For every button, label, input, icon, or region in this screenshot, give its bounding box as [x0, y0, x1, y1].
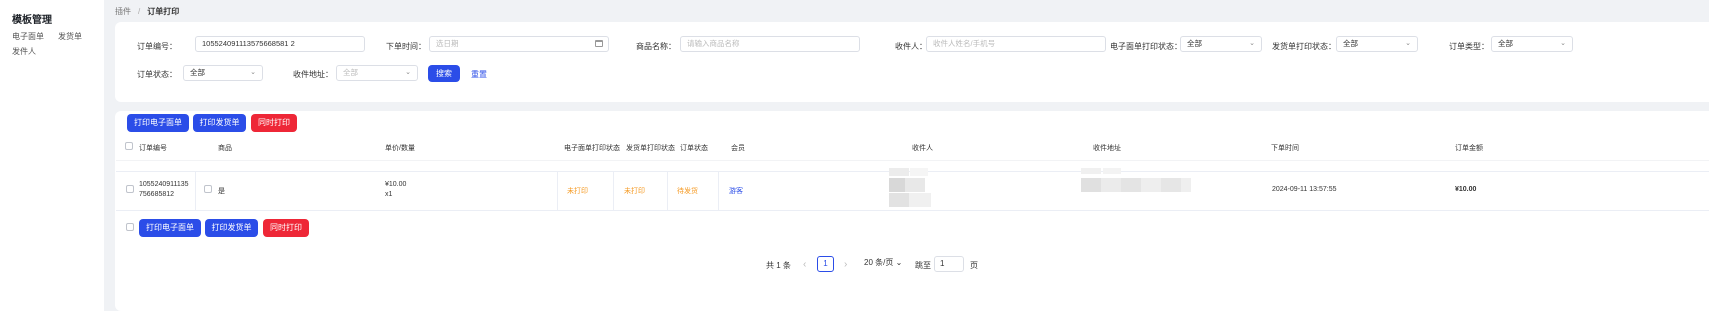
quantity: x1	[385, 191, 393, 198]
header-delivery-status: 发货单打印状态	[626, 145, 675, 152]
delivery-status-select[interactable]: 全部 ⌄	[1336, 36, 1418, 52]
order-no-line1: 1055240911135	[139, 181, 189, 188]
address-redacted	[1081, 168, 1206, 208]
print-delivery-button[interactable]: 打印发货单	[193, 114, 246, 132]
receiver-input[interactable]: 收件人姓名/手机号	[926, 36, 1106, 52]
select-all-checkbox[interactable]	[125, 142, 133, 150]
waybill-status-value: 全部	[1187, 39, 1202, 48]
page-unit-label: 页	[970, 261, 978, 270]
chevron-down-icon: ⌄	[405, 69, 411, 76]
main-area: 插件 / 订单打印 订单编号： 105524091113575668581 2 下单…	[104, 0, 1709, 311]
header-member: 会员	[731, 145, 745, 152]
order-status-label: 订单状态：	[137, 70, 177, 79]
header-price-qty: 单价/数量	[385, 145, 415, 152]
row-divider	[613, 171, 614, 210]
header-waybill-status: 电子面单打印状态	[564, 145, 620, 152]
jump-input[interactable]: 1	[934, 256, 964, 272]
product-name-placeholder: 请输入商品名称	[687, 39, 740, 48]
waybill-status-badge: 未打印	[567, 188, 588, 195]
order-status-select[interactable]: 全部 ⌄	[183, 65, 263, 81]
unit-price: ¥10.00	[385, 181, 407, 188]
address-placeholder: 全部	[343, 68, 358, 77]
header-order-no: 订单编号	[139, 145, 167, 152]
page-1-button[interactable]: 1	[817, 256, 834, 272]
chevron-down-icon: ⌄	[250, 69, 256, 76]
pagination-total: 共 1 条	[766, 261, 791, 270]
order-type-label: 订单类型：	[1449, 42, 1489, 51]
order-status-badge: 待发货	[677, 188, 698, 195]
print-both-button-bottom[interactable]: 同时打印	[263, 219, 309, 237]
row-divider	[667, 171, 668, 210]
page-size-value: 20 条/页	[864, 258, 894, 267]
chevron-down-icon: ⌄	[895, 258, 903, 267]
row-checkbox[interactable]	[126, 185, 134, 193]
order-time-picker[interactable]: 选日期	[429, 36, 609, 52]
row-divider	[195, 171, 196, 210]
row-divider	[557, 171, 558, 210]
order-no-input[interactable]: 105524091113575668581 2	[195, 36, 365, 52]
sidebar-item-delivery-note[interactable]: 发货单	[58, 31, 82, 42]
breadcrumb: 插件 / 订单打印	[115, 6, 179, 17]
receiver-placeholder: 收件人姓名/手机号	[933, 39, 996, 48]
receiver-label: 收件人：	[895, 42, 927, 51]
address-label: 收件地址：	[293, 70, 333, 79]
header-product: 商品	[218, 145, 232, 152]
print-waybill-button[interactable]: 打印电子面单	[127, 114, 189, 132]
order-type-value: 全部	[1498, 39, 1513, 48]
bottom-select-all-checkbox[interactable]	[126, 223, 134, 231]
address-select[interactable]: 全部 ⌄	[336, 65, 418, 81]
header-order-time: 下单时间	[1271, 145, 1299, 152]
breadcrumb-separator: /	[138, 7, 141, 16]
header-order-status: 订单状态	[680, 145, 708, 152]
delivery-status-value: 全部	[1343, 39, 1358, 48]
print-waybill-button-bottom[interactable]: 打印电子面单	[139, 219, 201, 237]
filter-panel: 订单编号： 105524091113575668581 2 下单时间： 选日期 …	[115, 22, 1709, 102]
product-name: 是	[218, 188, 225, 195]
row-divider	[718, 171, 719, 210]
order-time-label: 下单时间：	[386, 42, 426, 51]
sidebar: 模板管理 电子面单 发货单 发件人	[0, 0, 104, 311]
header-address: 收件地址	[1093, 145, 1121, 152]
sidebar-item-sender[interactable]: 发件人	[12, 46, 36, 57]
sidebar-item-waybill[interactable]: 电子面单	[12, 31, 44, 42]
header-divider	[116, 160, 1709, 161]
order-time-placeholder: 选日期	[436, 39, 459, 48]
print-both-button[interactable]: 同时打印	[251, 114, 297, 132]
order-time-value: 2024-09-11 13:57:55	[1272, 186, 1337, 193]
page-size-select[interactable]: 20 条/页 ⌄	[864, 256, 908, 272]
search-button[interactable]: 搜索	[428, 65, 460, 82]
chevron-down-icon: ⌄	[1560, 40, 1566, 47]
prev-page-button[interactable]: ‹	[803, 259, 806, 270]
order-no-label: 订单编号：	[137, 42, 177, 51]
product-name-input[interactable]: 请输入商品名称	[680, 36, 860, 52]
order-no-line2: 756685812	[139, 191, 175, 198]
jump-label: 跳至	[915, 261, 931, 270]
header-receiver: 收件人	[912, 145, 933, 152]
order-type-select[interactable]: 全部 ⌄	[1491, 36, 1573, 52]
breadcrumb-root[interactable]: 插件	[115, 7, 131, 16]
breadcrumb-current: 订单打印	[147, 7, 180, 16]
header-amount: 订单金额	[1455, 145, 1483, 152]
order-no-value: 105524091113575668581 2	[202, 39, 295, 48]
next-page-button[interactable]: ›	[844, 259, 847, 270]
member-link[interactable]: 游客	[729, 186, 743, 196]
waybill-status-label: 电子面单打印状态：	[1110, 42, 1182, 51]
delivery-status-label: 发货单打印状态：	[1272, 42, 1336, 51]
product-checkbox[interactable]	[204, 185, 212, 193]
calendar-icon	[595, 40, 603, 47]
product-name-label: 商品名称：	[636, 42, 676, 51]
waybill-status-select[interactable]: 全部 ⌄	[1180, 36, 1262, 52]
amount-value: ¥10.00	[1455, 186, 1477, 193]
chevron-down-icon: ⌄	[1405, 40, 1411, 47]
print-delivery-button-bottom[interactable]: 打印发货单	[205, 219, 258, 237]
sidebar-title: 模板管理	[12, 15, 52, 26]
delivery-status-badge: 未打印	[624, 188, 645, 195]
order-status-value: 全部	[190, 68, 205, 77]
receiver-redacted	[889, 168, 953, 218]
reset-button[interactable]: 重置	[471, 69, 487, 80]
chevron-down-icon: ⌄	[1249, 40, 1255, 47]
